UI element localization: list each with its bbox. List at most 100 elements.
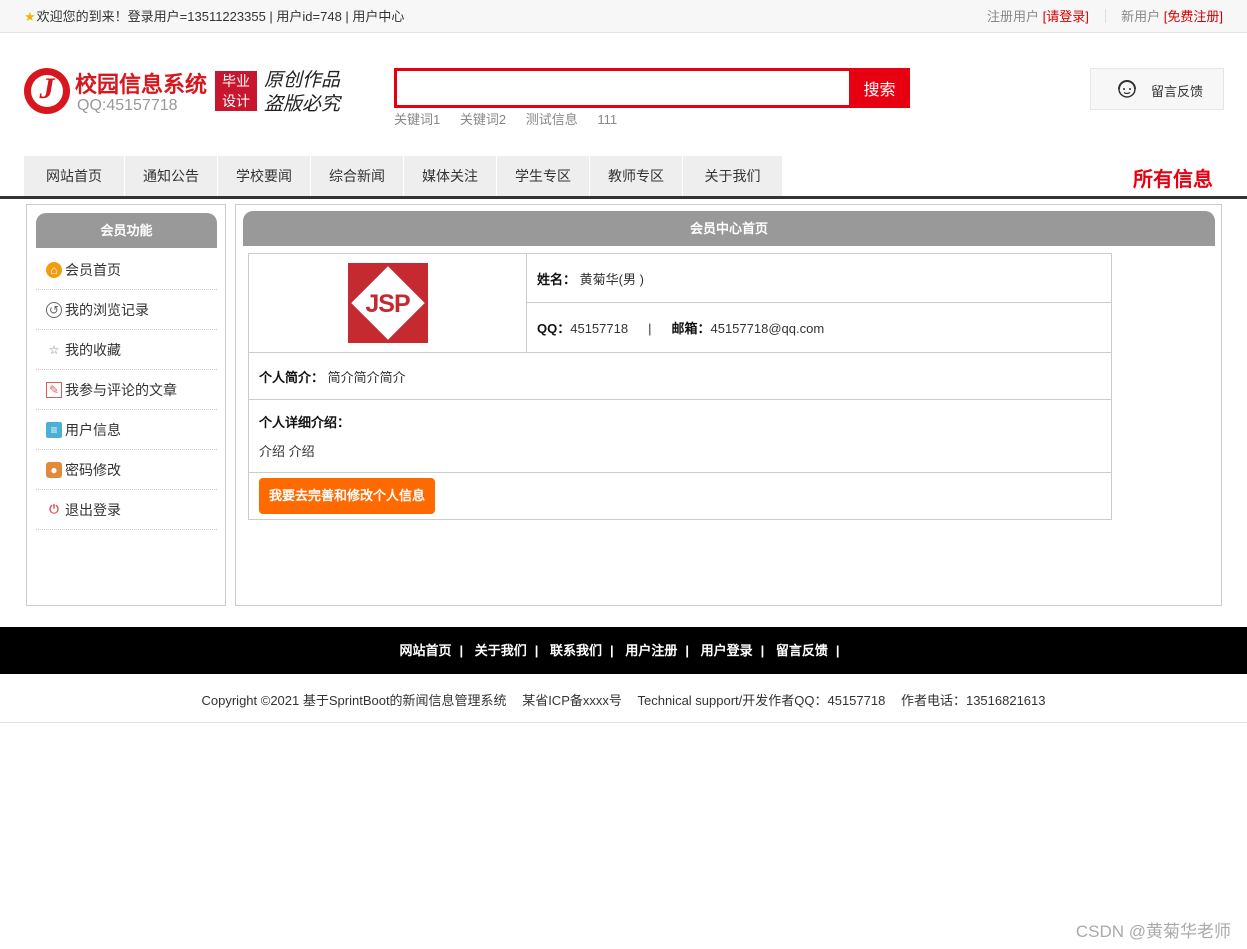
customer-service-icon <box>1118 80 1136 98</box>
sidebar-item-user-info[interactable]: ≡ 用户信息 <box>36 410 217 450</box>
footer-separator: | <box>835 643 840 658</box>
nav-divider <box>0 196 1247 199</box>
nav-item-school-news[interactable]: 学校要闻 <box>218 156 311 196</box>
detail-value: 介绍 介绍 <box>259 444 315 459</box>
footer-link-about[interactable]: 关于我们 <box>475 643 527 658</box>
sidebar-item-comments[interactable]: ✎ 我参与评论的文章 <box>36 370 217 410</box>
star-icon: ★ <box>24 9 36 24</box>
free-register-link[interactable]: [免费注册] <box>1164 9 1223 24</box>
slogan: 原创作品 盗版必究 <box>264 68 340 116</box>
feedback-button[interactable]: 留言反馈 <box>1090 68 1224 110</box>
copyright-text: Copyright ©2021 基于SprintBoot的新闻信息管理系统 <box>201 693 507 708</box>
search-button[interactable]: 搜索 <box>849 68 910 108</box>
name-value: 黄菊华(男 ) <box>579 271 644 287</box>
power-icon: ⏻ <box>49 502 59 516</box>
sidebar-item-label: 密码修改 <box>65 461 121 478</box>
watermark: CSDN @黄菊华老师 <box>1075 922 1231 941</box>
qq-label: QQ： <box>537 321 571 336</box>
footer-separator: | <box>760 643 765 658</box>
nav-item-notices[interactable]: 通知公告 <box>125 156 218 196</box>
support-text: Technical support/开发作者QQ：45157718 <box>637 693 886 708</box>
logo-letter: J <box>39 72 55 105</box>
graduation-badge: 毕业 设计 <box>215 71 257 111</box>
nav-item-media[interactable]: 媒体关注 <box>404 156 497 196</box>
sidebar-item-password[interactable]: ● 密码修改 <box>36 450 217 490</box>
footer-nav: 网站首页 | 关于我们 | 联系我们 | 用户注册 | 用户登录 | 留言反馈 | <box>0 627 1247 674</box>
main-nav: 网站首页 通知公告 学校要闻 综合新闻 媒体关注 学生专区 教师专区 关于我们 <box>24 156 783 196</box>
detail-row: 个人详细介绍： 介绍 介绍 <box>248 399 1112 473</box>
account-links: 注册用户 [请登录] 新用户 [免费注册] <box>987 6 1223 25</box>
sidebar-item-history[interactable]: ↺ 我的浏览记录 <box>36 290 217 330</box>
edit-profile-button[interactable]: 我要去完善和修改个人信息 <box>259 478 436 514</box>
sidebar-item-label: 我的浏览记录 <box>65 301 149 318</box>
name-row: 姓名： 黄菊华(男 ) <box>526 253 1112 303</box>
top-bar: ★欢迎您的到来！登录用户=13511223355 | 用户id=748 | 用户… <box>0 0 1247 33</box>
footer-separator: | <box>610 643 614 658</box>
footer-separator: | <box>459 643 464 658</box>
sidebar-menu: ⌂ 会员首页 ↺ 我的浏览记录 ☆ 我的收藏 ✎ 我参与评论的文章 ≡ 用户信息… <box>36 250 217 530</box>
footer-link-contact[interactable]: 联系我们 <box>550 643 602 658</box>
badge-line-1: 毕业 <box>222 73 250 89</box>
site-title[interactable]: 校园信息系统 <box>75 67 207 99</box>
nav-item-general-news[interactable]: 综合新闻 <box>311 156 404 196</box>
footer-divider <box>0 722 1247 723</box>
nav-item-home[interactable]: 网站首页 <box>24 156 125 196</box>
keyword-link[interactable]: 关键词1 <box>394 112 440 127</box>
panel-title: 会员中心首页 <box>243 211 1215 246</box>
feedback-label: 留言反馈 <box>1151 84 1204 99</box>
sidebar-item-label: 我参与评论的文章 <box>65 381 177 398</box>
search-input[interactable] <box>394 68 849 108</box>
phone-text: 作者电话：13516821613 <box>900 693 1046 708</box>
hot-keywords: 关键词1 关键词2 测试信息 111 <box>394 109 633 128</box>
intro-label: 个人简介： <box>259 369 325 385</box>
home-icon: ⌂ <box>46 261 62 278</box>
welcome-text: ★欢迎您的到来！登录用户=13511223355 | 用户id=748 | 用户… <box>24 6 404 25</box>
sidebar-item-label: 退出登录 <box>65 501 121 518</box>
intro-row: 个人简介： 简介简介简介 <box>248 352 1112 400</box>
keyword-link[interactable]: 测试信息 <box>526 112 578 127</box>
pipe-separator: | <box>648 321 652 336</box>
footer-link-login[interactable]: 用户登录 <box>701 643 753 658</box>
contact-row: QQ：45157718 | 邮箱：45157718@qq.com <box>526 302 1112 353</box>
user-info-icon: ≡ <box>46 421 62 438</box>
slogan-line-2: 盗版必究 <box>264 93 341 115</box>
sidebar-item-label: 用户信息 <box>65 421 121 438</box>
action-row: 我要去完善和修改个人信息 <box>248 472 1112 520</box>
name-label: 姓名： <box>537 271 577 287</box>
copyright: Copyright ©2021 基于SprintBoot的新闻信息管理系统 某省… <box>0 690 1247 709</box>
sidebar-item-favorites[interactable]: ☆ 我的收藏 <box>36 330 217 370</box>
keyword-link[interactable]: 111 <box>597 112 617 127</box>
welcome-message: 欢迎您的到来！登录用户=13511223355 | 用户id=748 | 用户中… <box>36 9 405 24</box>
sidebar-item-member-home[interactable]: ⌂ 会员首页 <box>36 250 217 290</box>
avatar: JSP <box>347 263 428 343</box>
footer-link-feedback[interactable]: 留言反馈 <box>776 643 828 658</box>
intro-value: 简介简介简介 <box>327 369 406 385</box>
newuser-label: 新用户 <box>1121 9 1161 24</box>
logo-icon[interactable]: J <box>24 68 70 114</box>
icp-text: 某省ICP备xxxx号 <box>522 693 622 708</box>
footer-link-register[interactable]: 用户注册 <box>625 643 677 658</box>
sidebar-item-label: 我的收藏 <box>65 341 121 358</box>
star-icon: ☆ <box>48 342 60 357</box>
history-icon: ↺ <box>46 301 62 318</box>
register-label: 注册用户 <box>987 9 1040 24</box>
qq-value: 45157718 <box>570 321 629 336</box>
nav-item-students[interactable]: 学生专区 <box>497 156 590 196</box>
sidebar-item-logout[interactable]: ⏻ 退出登录 <box>36 490 217 530</box>
sidebar-item-label: 会员首页 <box>65 261 121 278</box>
avatar-text: JSP <box>365 290 410 318</box>
lock-icon: ● <box>46 461 62 478</box>
sidebar-title: 会员功能 <box>36 213 217 248</box>
site-qq: QQ:45157718 <box>77 97 178 114</box>
profile-table: JSP 姓名： 黄菊华(男 ) QQ：45157718 | 邮箱：45157718@… <box>248 253 1112 520</box>
footer-link-home[interactable]: 网站首页 <box>399 643 451 658</box>
member-sidebar: 会员功能 ⌂ 会员首页 ↺ 我的浏览记录 ☆ 我的收藏 ✎ 我参与评论的文章 ≡… <box>26 204 226 606</box>
keyword-link[interactable]: 关键词2 <box>460 112 506 127</box>
nav-item-teachers[interactable]: 教师专区 <box>590 156 683 196</box>
all-info-link[interactable]: 所有信息 <box>1133 163 1213 192</box>
divider <box>1104 9 1106 23</box>
avatar-cell: JSP <box>248 253 527 353</box>
login-link[interactable]: [请登录] <box>1043 9 1089 24</box>
slogan-line-1: 原创作品 <box>264 69 341 91</box>
nav-item-about[interactable]: 关于我们 <box>683 156 783 196</box>
